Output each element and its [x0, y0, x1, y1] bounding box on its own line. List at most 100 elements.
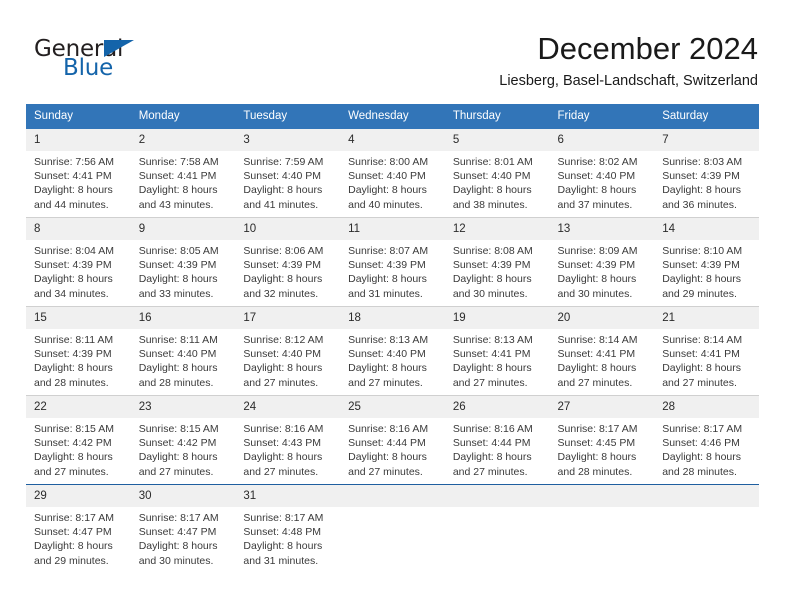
day-info-sunset: Sunset: 4:39 PM — [138, 259, 217, 272]
day-cell-inner — [444, 485, 550, 573]
calendar-day-cell[interactable]: 15 Sunrise: 8:11 AM Sunset: 4:39 PM Dayligh… — [26, 307, 131, 395]
day-number: 23 — [130, 396, 236, 418]
day-info-sunset: Sunset: 4:41 PM — [34, 170, 112, 183]
day-sun-info — [654, 507, 759, 511]
day-info-sunrise: Sunrise: 8:07 AM — [348, 245, 429, 257]
day-sun-info: Sunrise: 8:13 AM Sunset: 4:40 PM Daylight:… — [340, 329, 445, 390]
day-info-sunrise: Sunrise: 8:17 AM — [662, 423, 743, 435]
calendar-day-cell[interactable]: 4 Sunrise: 8:00 AM Sunset: 4:40 PM Daylight… — [340, 129, 445, 217]
day-sun-info: Sunrise: 8:06 AM Sunset: 4:39 PM Daylight:… — [235, 240, 340, 301]
calendar-day-cell[interactable]: 31 Sunrise: 8:17 AM Sunset: 4:48 PM Dayligh… — [235, 485, 341, 573]
calendar-day-cell[interactable]: 14 Sunrise: 8:10 AM Sunset: 4:39 PM Dayligh… — [654, 218, 759, 306]
day-info-daylight-2: and 30 minutes. — [138, 554, 214, 567]
calendar-day-cell[interactable]: 30 Sunrise: 8:17 AM Sunset: 4:47 PM Dayligh… — [130, 485, 236, 573]
calendar-day-cell[interactable] — [340, 485, 445, 573]
day-info-sunrise: Sunrise: 8:16 AM — [452, 423, 533, 435]
day-info-sunset: Sunset: 4:40 PM — [348, 348, 426, 361]
day-info-daylight-1: Daylight: 8 hours — [34, 273, 113, 286]
day-info-daylight-1: Daylight: 8 hours — [452, 362, 532, 375]
sunrise-sunset-calendar: Sunday Monday Tuesday Wednesday Thursday… — [26, 104, 759, 573]
day-cell-inner: 12 Sunrise: 8:08 AM Sunset: 4:39 PM Dayligh… — [444, 218, 550, 306]
day-sun-info: Sunrise: 7:56 AM Sunset: 4:41 PM Daylight:… — [26, 151, 131, 212]
day-number: 9 — [130, 218, 236, 240]
calendar-day-cell[interactable]: 1 Sunrise: 7:56 AM Sunset: 4:41 PM Daylight… — [26, 129, 131, 217]
day-info-sunrise: Sunrise: 8:16 AM — [348, 423, 429, 435]
calendar-day-cell[interactable]: 20 Sunrise: 8:14 AM Sunset: 4:41 PM Dayligh… — [549, 307, 655, 395]
day-sun-info: Sunrise: 8:17 AM Sunset: 4:48 PM Daylight:… — [235, 507, 340, 568]
day-cell-inner: 16 Sunrise: 8:11 AM Sunset: 4:40 PM Dayligh… — [130, 307, 236, 395]
calendar-day-cell[interactable]: 8 Sunrise: 8:04 AM Sunset: 4:39 PM Daylight… — [26, 218, 131, 306]
calendar-week-row: 29 Sunrise: 8:17 AM Sunset: 4:47 PM Dayligh… — [26, 485, 759, 573]
day-info-sunrise: Sunrise: 7:59 AM — [243, 156, 324, 168]
day-sun-info: Sunrise: 8:17 AM Sunset: 4:47 PM Daylight:… — [26, 507, 131, 568]
logo-word-blue: Blue — [63, 55, 114, 81]
calendar-day-cell[interactable]: 10 Sunrise: 8:06 AM Sunset: 4:39 PM Dayligh… — [235, 218, 341, 306]
calendar-day-cell[interactable]: 2 Sunrise: 7:58 AM Sunset: 4:41 PM Daylight… — [130, 129, 236, 217]
day-info-sunrise: Sunrise: 8:01 AM — [452, 156, 533, 168]
day-info-sunrise: Sunrise: 8:04 AM — [34, 245, 114, 257]
day-info-daylight-2: and 27 minutes. — [138, 465, 214, 478]
day-info-sunset: Sunset: 4:40 PM — [348, 170, 426, 183]
day-info-daylight-1: Daylight: 8 hours — [243, 273, 323, 286]
calendar-day-cell[interactable]: 22 Sunrise: 8:15 AM Sunset: 4:42 PM Dayligh… — [26, 396, 131, 484]
day-cell-inner: 4 Sunrise: 8:00 AM Sunset: 4:40 PM Daylight… — [340, 129, 445, 217]
day-cell-inner: 5 Sunrise: 8:01 AM Sunset: 4:40 PM Daylight… — [444, 129, 550, 217]
calendar-day-cell[interactable]: 12 Sunrise: 8:08 AM Sunset: 4:39 PM Dayligh… — [444, 218, 550, 306]
calendar-day-cell[interactable]: 6 Sunrise: 8:02 AM Sunset: 4:40 PM Daylight… — [549, 129, 655, 217]
day-sun-info: Sunrise: 8:04 AM Sunset: 4:39 PM Daylight:… — [26, 240, 131, 301]
calendar-day-cell[interactable] — [549, 485, 655, 573]
day-info-sunrise: Sunrise: 8:02 AM — [557, 156, 638, 168]
calendar-day-cell[interactable]: 9 Sunrise: 8:05 AM Sunset: 4:39 PM Daylight… — [130, 218, 236, 306]
day-number: 2 — [130, 129, 236, 151]
weekday-header-thursday: Thursday — [444, 104, 550, 129]
day-cell-inner: 31 Sunrise: 8:17 AM Sunset: 4:48 PM Dayligh… — [235, 485, 341, 573]
calendar-day-cell[interactable]: 3 Sunrise: 7:59 AM Sunset: 4:40 PM Daylight… — [235, 129, 341, 217]
calendar-day-cell[interactable]: 27 Sunrise: 8:17 AM Sunset: 4:45 PM Dayligh… — [549, 396, 655, 484]
day-info-daylight-2: and 28 minutes. — [34, 376, 109, 389]
calendar-day-cell[interactable]: 7 Sunrise: 8:03 AM Sunset: 4:39 PM Daylight… — [654, 129, 759, 217]
day-info-daylight-1: Daylight: 8 hours — [138, 451, 218, 464]
day-info-daylight-1: Daylight: 8 hours — [138, 362, 218, 375]
day-sun-info: Sunrise: 8:16 AM Sunset: 4:44 PM Daylight:… — [340, 418, 445, 479]
day-cell-inner: 28 Sunrise: 8:17 AM Sunset: 4:46 PM Dayligh… — [654, 396, 759, 484]
calendar-day-cell[interactable]: 11 Sunrise: 8:07 AM Sunset: 4:39 PM Dayligh… — [340, 218, 445, 306]
calendar-day-cell[interactable]: 28 Sunrise: 8:17 AM Sunset: 4:46 PM Dayligh… — [654, 396, 759, 484]
day-info-sunrise: Sunrise: 8:12 AM — [243, 334, 324, 346]
day-info-sunset: Sunset: 4:40 PM — [138, 348, 217, 361]
day-info-daylight-1: Daylight: 8 hours — [452, 451, 532, 464]
day-sun-info: Sunrise: 8:17 AM Sunset: 4:45 PM Daylight:… — [550, 418, 655, 479]
day-info-daylight-2: and 40 minutes. — [348, 198, 423, 211]
day-number: 1 — [26, 129, 131, 151]
weekday-header-sunday: Sunday — [26, 104, 131, 129]
day-info-sunrise: Sunrise: 8:03 AM — [662, 156, 743, 168]
calendar-day-cell[interactable] — [444, 485, 550, 573]
day-info-sunset: Sunset: 4:39 PM — [662, 259, 740, 272]
day-cell-inner: 3 Sunrise: 7:59 AM Sunset: 4:40 PM Daylight… — [235, 129, 341, 217]
day-info-daylight-1: Daylight: 8 hours — [452, 273, 532, 286]
day-info-daylight-1: Daylight: 8 hours — [348, 451, 427, 464]
calendar-day-cell[interactable]: 24 Sunrise: 8:16 AM Sunset: 4:43 PM Dayligh… — [235, 396, 341, 484]
day-info-sunset: Sunset: 4:39 PM — [34, 259, 112, 272]
calendar-day-cell[interactable]: 17 Sunrise: 8:12 AM Sunset: 4:40 PM Dayligh… — [235, 307, 341, 395]
calendar-day-cell[interactable]: 26 Sunrise: 8:16 AM Sunset: 4:44 PM Dayligh… — [444, 396, 550, 484]
day-cell-inner: 25 Sunrise: 8:16 AM Sunset: 4:44 PM Dayligh… — [340, 396, 445, 484]
calendar-day-cell[interactable] — [654, 485, 759, 573]
day-info-sunset: Sunset: 4:39 PM — [452, 259, 531, 272]
day-info-daylight-2: and 27 minutes. — [34, 465, 109, 478]
general-blue-logo[interactable]: General Blue — [34, 36, 254, 92]
day-info-sunrise: Sunrise: 8:09 AM — [557, 245, 638, 257]
calendar-day-cell[interactable]: 13 Sunrise: 8:09 AM Sunset: 4:39 PM Dayligh… — [549, 218, 655, 306]
day-sun-info: Sunrise: 8:10 AM Sunset: 4:39 PM Daylight:… — [654, 240, 759, 301]
calendar-day-cell[interactable]: 16 Sunrise: 8:11 AM Sunset: 4:40 PM Dayligh… — [130, 307, 236, 395]
calendar-day-cell[interactable]: 19 Sunrise: 8:13 AM Sunset: 4:41 PM Dayligh… — [444, 307, 550, 395]
calendar-day-cell[interactable]: 29 Sunrise: 8:17 AM Sunset: 4:47 PM Dayligh… — [26, 485, 131, 573]
day-number: 8 — [26, 218, 131, 240]
calendar-day-cell[interactable]: 25 Sunrise: 8:16 AM Sunset: 4:44 PM Dayligh… — [340, 396, 445, 484]
day-cell-inner: 27 Sunrise: 8:17 AM Sunset: 4:45 PM Dayligh… — [549, 396, 655, 484]
day-info-daylight-2: and 37 minutes. — [557, 198, 633, 211]
day-info-daylight-2: and 27 minutes. — [348, 376, 423, 389]
calendar-day-cell[interactable]: 5 Sunrise: 8:01 AM Sunset: 4:40 PM Daylight… — [444, 129, 550, 217]
calendar-day-cell[interactable]: 21 Sunrise: 8:14 AM Sunset: 4:41 PM Dayligh… — [654, 307, 759, 395]
calendar-day-cell[interactable]: 23 Sunrise: 8:15 AM Sunset: 4:42 PM Dayligh… — [130, 396, 236, 484]
calendar-day-cell[interactable]: 18 Sunrise: 8:13 AM Sunset: 4:40 PM Dayligh… — [340, 307, 445, 395]
